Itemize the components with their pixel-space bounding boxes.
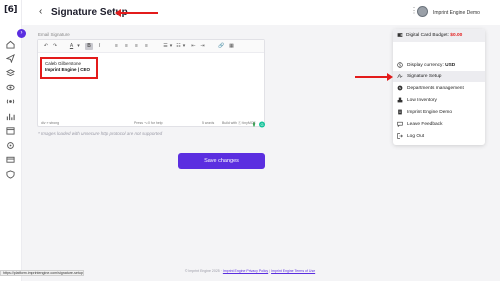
menu-item-label: Signature Setup (407, 74, 442, 79)
user-menu: Digital Card Budget: $0.00 Display curre… (393, 29, 485, 145)
card-icon[interactable] (6, 155, 15, 164)
chart-icon[interactable] (6, 112, 15, 121)
stack-icon[interactable] (6, 68, 15, 77)
tinymce-branding[interactable]: Build with ⓣ tinyMCE (222, 120, 256, 127)
text-color-dropdown-icon[interactable]: ▾ (76, 43, 81, 50)
menu-item-log-out[interactable]: Log Out (393, 131, 485, 142)
terms-link[interactable]: Imprint Engine Terms of Use (271, 269, 315, 273)
align-left-icon[interactable]: ≡ (113, 43, 120, 50)
sidebar: [6] › (0, 0, 26, 281)
footer-copyright: © Imprint Engine 2025 (184, 269, 220, 273)
undo-icon[interactable]: ↶ (43, 43, 49, 50)
currency-icon (397, 62, 403, 68)
shield-icon[interactable] (6, 170, 15, 179)
bullet-list-icon[interactable]: ☰ (162, 43, 169, 50)
budget-row: Digital Card Budget: $0.00 (393, 29, 485, 42)
link-icon[interactable]: 🔗 (218, 43, 225, 50)
signature-content[interactable]: Caleb Gilberstone Imprint Engine | CEO (40, 57, 98, 79)
editor-toolbar: ↶ ↷ A ▾ B I ≡ ≡ ≡ ≡ ☰ ▾ ☷ ▾ ⇤ ⇥ 🔗 ▦ (38, 40, 264, 53)
editor-label: Email Signature (38, 32, 70, 37)
menu-item-label: Log Out (407, 134, 425, 139)
signature-editor[interactable]: ↶ ↷ A ▾ B I ≡ ≡ ≡ ≡ ☰ ▾ ☷ ▾ ⇤ ⇥ 🔗 ▦ Cale… (37, 39, 265, 128)
wallet-icon (397, 33, 403, 37)
building-icon (397, 109, 403, 115)
privacy-link[interactable]: Imprint Engine Privacy Policy (223, 269, 268, 273)
send-icon[interactable] (6, 54, 15, 63)
align-center-icon[interactable]: ≡ (123, 43, 130, 50)
menu-item-low-inventory[interactable]: Low Inventory (393, 95, 485, 106)
menu-item-label: Low Inventory (407, 98, 437, 103)
logout-icon (397, 133, 403, 139)
menu-item-label: Leave Feedback (407, 122, 443, 127)
status-url: https://platform.imprintengine.com/signa… (0, 270, 84, 276)
italic-button[interactable]: I (96, 43, 103, 50)
word-count[interactable]: 5 words (202, 120, 214, 127)
user-name[interactable]: Imprint Engine Demo (433, 10, 480, 17)
numbered-list-icon[interactable]: ☷ (175, 43, 182, 50)
sidebar-expand-button[interactable]: › (17, 29, 26, 38)
protocol-warning: * Images loaded with unsecure http proto… (38, 131, 163, 136)
menu-item-label: Imprint Engine Demo (407, 110, 453, 115)
annotation-arrow-left (115, 9, 158, 17)
align-justify-icon[interactable]: ≡ (143, 43, 150, 50)
menu-item-leave-feedback[interactable]: Leave Feedback (393, 119, 485, 130)
redo-icon[interactable]: ↷ (52, 43, 58, 50)
settings-icon[interactable] (6, 141, 15, 150)
indent-icon[interactable]: ⇥ (199, 43, 206, 50)
text-color-icon[interactable]: A (68, 43, 75, 50)
boxes-icon (397, 97, 403, 103)
menu-item-display-currency[interactable]: Display currency: USD (393, 60, 485, 71)
menu-item-signature-setup[interactable]: Signature Setup (393, 71, 485, 82)
dollar-icon: $ (397, 85, 403, 91)
editor-statusbar: div » strong Press ⌥0 for help 5 words B… (38, 120, 264, 127)
budget-label: Digital Card Budget: (406, 33, 449, 38)
home-icon[interactable] (6, 40, 15, 49)
outdent-icon[interactable]: ⇤ (190, 43, 197, 50)
currency-value[interactable]: USD (445, 63, 455, 68)
back-button[interactable]: ‹ (39, 6, 42, 18)
budget-value: $0.00 (450, 33, 463, 38)
signature-title[interactable]: Imprint Engine | CEO (45, 67, 93, 73)
save-button[interactable]: Save changes (178, 153, 265, 169)
bullet-list-dropdown-icon[interactable]: ▾ (169, 43, 173, 50)
top-bar: ‹ Signature Setup ⋮ Imprint Engine Demo (22, 0, 500, 25)
menu-item-label: Departments management (407, 86, 464, 91)
broadcast-icon[interactable] (6, 97, 15, 106)
help-hint: Press ⌥0 for help (134, 121, 163, 125)
app-window: [6] › ‹ Signature Setup ⋮ Imprint Engine… (0, 0, 500, 281)
avatar[interactable] (417, 6, 428, 17)
align-right-icon[interactable]: ≡ (133, 43, 140, 50)
menu-item-departments[interactable]: $ Departments management (393, 83, 485, 94)
annotation-arrow-right (355, 73, 393, 81)
currency-label: Display currency: (407, 63, 444, 68)
bold-button[interactable]: B (85, 43, 93, 50)
feedback-icon (397, 121, 403, 127)
eye-icon[interactable] (6, 83, 15, 92)
numbered-list-dropdown-icon[interactable]: ▾ (182, 43, 186, 50)
app-logo[interactable]: [6] (4, 5, 18, 15)
signature-icon (397, 73, 403, 79)
element-path[interactable]: div » strong (41, 120, 59, 127)
menu-item-company[interactable]: Imprint Engine Demo (393, 107, 485, 118)
calendar-icon[interactable] (6, 126, 15, 135)
table-icon[interactable]: ▦ (228, 43, 235, 50)
